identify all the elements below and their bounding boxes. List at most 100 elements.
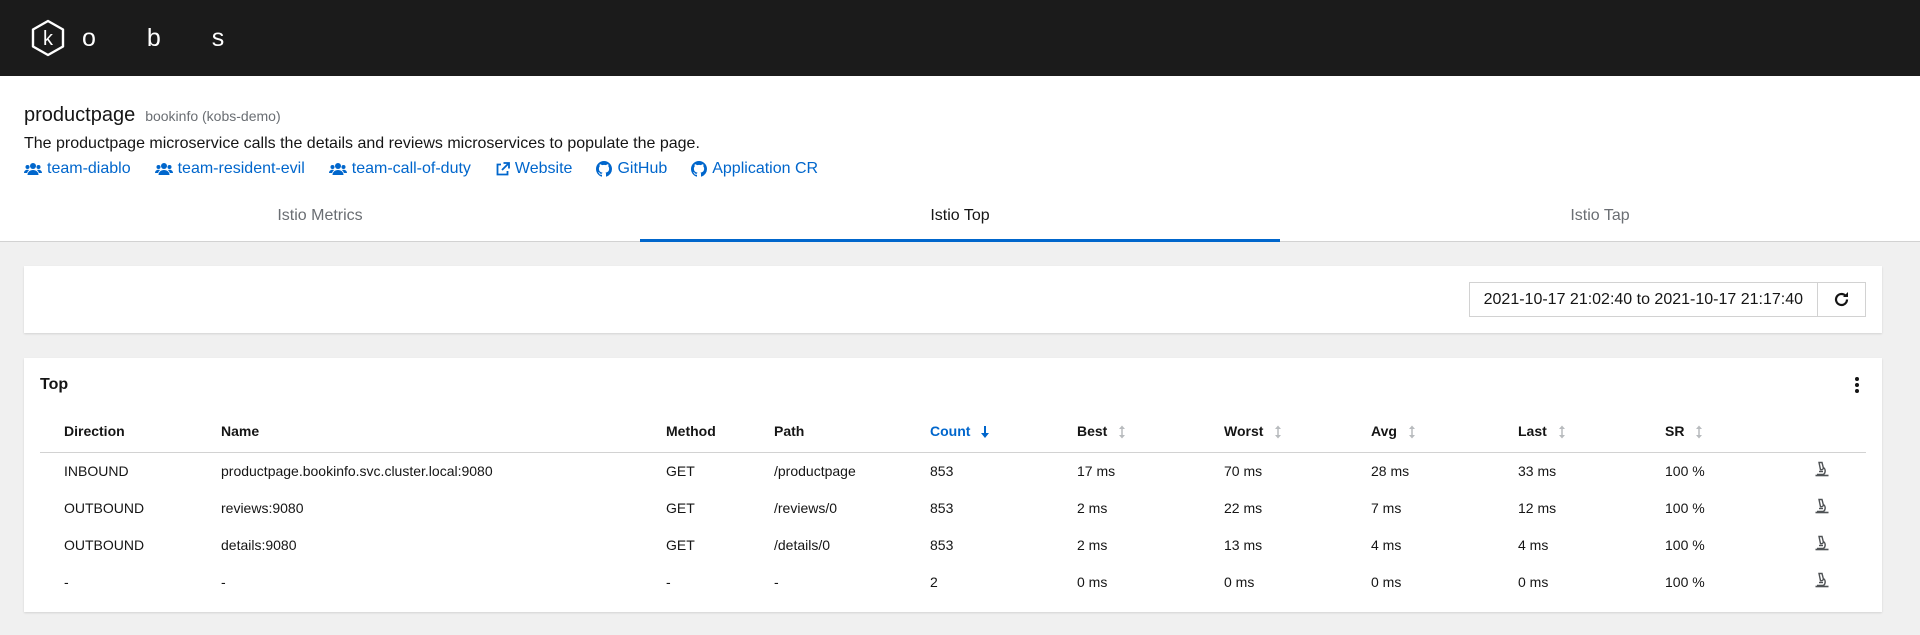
microscope-icon xyxy=(1815,535,1829,551)
table-row: - - - - 2 0 ms 0 ms 0 ms 0 ms 100 % xyxy=(40,563,1866,600)
cell-name: - xyxy=(221,573,226,590)
cell-count: 853 xyxy=(930,462,954,479)
github-icon xyxy=(596,161,613,177)
cell-last: 33 ms xyxy=(1518,462,1557,479)
sort-icon xyxy=(1558,425,1565,439)
link-team-diablo[interactable]: team-diablo xyxy=(24,160,131,178)
column-header-sr[interactable]: SR xyxy=(1641,410,1788,453)
cell-worst: 0 ms xyxy=(1224,573,1255,590)
brand-name: o b s xyxy=(82,23,247,52)
table-row: INBOUND productpage.bookinfo.svc.cluster… xyxy=(40,452,1866,489)
tap-button[interactable] xyxy=(1814,498,1830,517)
users-icon xyxy=(154,163,173,175)
cell-worst: 70 ms xyxy=(1224,462,1263,479)
column-header-method: Method xyxy=(642,410,750,453)
cell-avg: 7 ms xyxy=(1371,499,1402,516)
cell-path: /reviews/0 xyxy=(774,499,838,516)
cell-direction: INBOUND xyxy=(64,462,129,479)
cell-actions xyxy=(1788,452,1866,489)
cell-best: 2 ms xyxy=(1077,499,1108,516)
sort-icon xyxy=(1408,425,1415,439)
cell-avg: 28 ms xyxy=(1371,462,1410,479)
cell-best: 0 ms xyxy=(1077,573,1108,590)
refresh-button[interactable] xyxy=(1818,283,1865,316)
tab-istio-metrics[interactable]: Istio Metrics xyxy=(0,190,640,241)
cell-sr: 100 % xyxy=(1665,536,1705,553)
users-icon xyxy=(328,163,347,175)
link-website[interactable]: Website xyxy=(495,160,572,178)
page-subtitle: bookinfo (kobs-demo) xyxy=(145,108,281,124)
cell-path: - xyxy=(774,573,779,590)
kebab-icon xyxy=(1855,377,1859,393)
cell-worst: 22 ms xyxy=(1224,499,1263,516)
microscope-icon xyxy=(1815,498,1829,514)
top-card: Top Direction Name Method Path Count Bes… xyxy=(24,358,1882,612)
column-header-best[interactable]: Best xyxy=(1053,410,1200,453)
table-row: OUTBOUND reviews:9080 GET /reviews/0 853… xyxy=(40,489,1866,526)
kobs-logo[interactable]: k o b s xyxy=(30,19,246,57)
cell-last: 12 ms xyxy=(1518,499,1557,516)
tap-button[interactable] xyxy=(1814,572,1830,591)
column-header-name: Name xyxy=(197,410,642,453)
column-header-actions xyxy=(1788,410,1866,453)
cell-worst: 13 ms xyxy=(1224,536,1263,553)
time-range-button[interactable]: 2021-10-17 21:02:40 to 2021-10-17 21:17:… xyxy=(1470,283,1818,316)
refresh-icon xyxy=(1834,292,1849,307)
table-row: OUTBOUND details:9080 GET /details/0 853… xyxy=(40,526,1866,563)
cell-best: 17 ms xyxy=(1077,462,1116,479)
plugin-tabs: Istio Metrics Istio Top Istio Tap xyxy=(0,190,1920,242)
application-description: The productpage microservice calls the d… xyxy=(24,135,700,152)
link-team-resident-evil[interactable]: team-resident-evil xyxy=(154,160,305,178)
cell-name: reviews:9080 xyxy=(221,499,304,516)
cell-path: /details/0 xyxy=(774,536,831,553)
link-application-cr[interactable]: Application CR xyxy=(691,160,818,178)
cell-avg: 4 ms xyxy=(1371,536,1402,553)
cell-avg: 0 ms xyxy=(1371,573,1402,590)
cell-last: 0 ms xyxy=(1518,573,1549,590)
column-header-count[interactable]: Count xyxy=(906,410,1053,453)
tap-button[interactable] xyxy=(1814,461,1830,480)
cell-name: productpage.bookinfo.svc.cluster.local:9… xyxy=(221,462,493,479)
card-title: Top xyxy=(40,376,69,393)
top-table: Direction Name Method Path Count Best Wo… xyxy=(40,410,1866,600)
tap-button[interactable] xyxy=(1814,535,1830,554)
cell-name: details:9080 xyxy=(221,536,297,553)
column-header-direction: Direction xyxy=(40,410,197,453)
link-team-call-of-duty[interactable]: team-call-of-duty xyxy=(328,160,471,178)
column-header-avg[interactable]: Avg xyxy=(1347,410,1494,453)
cell-best: 2 ms xyxy=(1077,536,1108,553)
cell-direction: OUTBOUND xyxy=(64,499,145,516)
kobs-logo-icon: k xyxy=(31,19,65,57)
column-header-worst[interactable]: Worst xyxy=(1200,410,1347,453)
cell-method: GET xyxy=(666,536,695,553)
column-header-last[interactable]: Last xyxy=(1494,410,1641,453)
users-icon xyxy=(24,163,42,175)
time-range-picker: 2021-10-17 21:02:40 to 2021-10-17 21:17:… xyxy=(1468,282,1866,317)
cell-count: 2 xyxy=(930,573,938,590)
card-options-button[interactable] xyxy=(1854,376,1860,399)
page-title: productpage xyxy=(24,104,136,126)
cell-direction: OUTBOUND xyxy=(64,536,145,553)
cell-method: GET xyxy=(666,499,695,516)
cell-last: 4 ms xyxy=(1518,536,1549,553)
cell-actions xyxy=(1788,563,1866,600)
application-links: team-diablo team-resident-evil team-call… xyxy=(24,160,1896,178)
cell-count: 853 xyxy=(930,499,954,516)
microscope-icon xyxy=(1815,572,1829,588)
cell-sr: 100 % xyxy=(1665,573,1705,590)
cell-path: /productpage xyxy=(774,462,856,479)
external-link-icon xyxy=(496,161,510,175)
cell-method: GET xyxy=(666,462,695,479)
sort-icon xyxy=(1696,425,1703,439)
tab-istio-top[interactable]: Istio Top xyxy=(640,190,1280,242)
cell-count: 853 xyxy=(930,536,954,553)
github-icon xyxy=(691,161,708,177)
cell-actions xyxy=(1788,489,1866,526)
column-header-path: Path xyxy=(750,410,906,453)
cell-actions xyxy=(1788,526,1866,563)
svg-text:k: k xyxy=(43,28,54,50)
tab-istio-tap[interactable]: Istio Tap xyxy=(1280,190,1920,241)
cell-direction: - xyxy=(64,573,69,590)
cell-sr: 100 % xyxy=(1665,499,1705,516)
link-github[interactable]: GitHub xyxy=(596,160,667,178)
